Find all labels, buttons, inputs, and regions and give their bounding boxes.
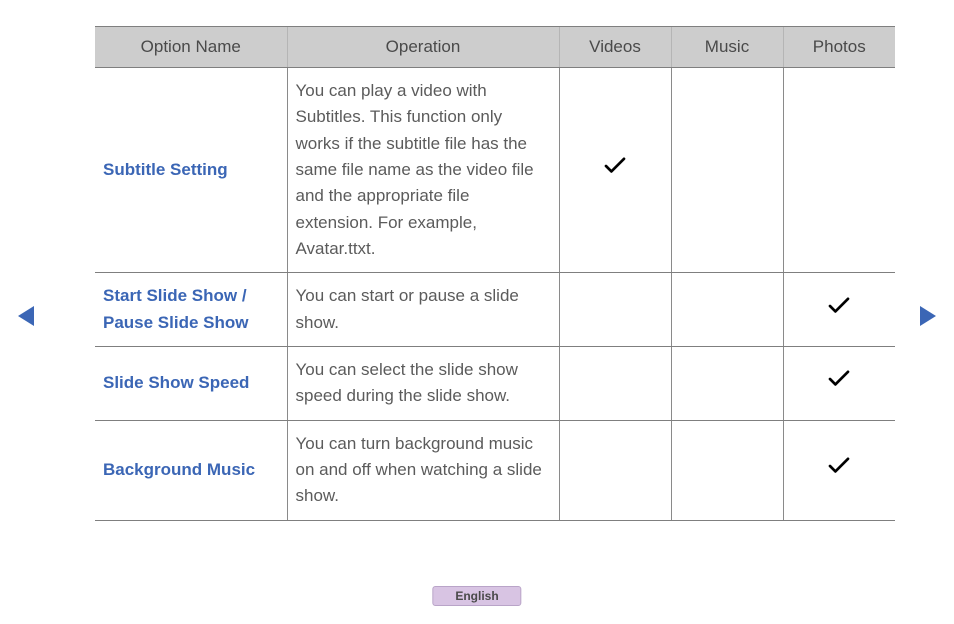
options-table: Option Name Operation Videos Music Photo… [95, 26, 895, 521]
language-pill: English [432, 586, 521, 606]
option-name: Start Slide Show / Pause Slide Show [103, 286, 249, 331]
operation-cell: You can select the slide show speed duri… [287, 347, 559, 421]
option-name-cell: Slide Show Speed [95, 347, 287, 421]
music-cell [671, 420, 783, 520]
header-operation: Operation [287, 27, 559, 68]
table-row: Start Slide Show / Pause Slide Show You c… [95, 273, 895, 347]
header-photos: Photos [783, 27, 895, 68]
photos-cell [783, 273, 895, 347]
check-icon [604, 157, 626, 183]
check-icon [828, 370, 850, 396]
music-cell [671, 68, 783, 273]
option-name-cell: Subtitle Setting [95, 68, 287, 273]
table-body: Subtitle Setting You can play a video wit… [95, 68, 895, 521]
next-page-arrow[interactable] [920, 306, 936, 326]
operation-cell: You can play a video with Subtitles. Thi… [287, 68, 559, 273]
check-icon [828, 457, 850, 483]
operation-cell: You can start or pause a slide show. [287, 273, 559, 347]
table-row: Slide Show Speed You can select the slide… [95, 347, 895, 421]
videos-cell [559, 68, 671, 273]
header-option-name: Option Name [95, 27, 287, 68]
music-cell [671, 273, 783, 347]
table-row: Background Music You can turn background … [95, 420, 895, 520]
prev-page-arrow[interactable] [18, 306, 34, 326]
header-music: Music [671, 27, 783, 68]
header-videos: Videos [559, 27, 671, 68]
photos-cell [783, 68, 895, 273]
videos-cell [559, 347, 671, 421]
photos-cell [783, 347, 895, 421]
music-cell [671, 347, 783, 421]
check-icon [828, 297, 850, 323]
language-label: English [455, 589, 498, 603]
page-content: Option Name Operation Videos Music Photo… [95, 26, 895, 521]
option-name: Background Music [103, 460, 255, 479]
option-name-cell: Background Music [95, 420, 287, 520]
videos-cell [559, 273, 671, 347]
option-name: Slide Show Speed [103, 373, 249, 392]
videos-cell [559, 420, 671, 520]
table-row: Subtitle Setting You can play a video wit… [95, 68, 895, 273]
table-header-row: Option Name Operation Videos Music Photo… [95, 27, 895, 68]
option-name-cell: Start Slide Show / Pause Slide Show [95, 273, 287, 347]
photos-cell [783, 420, 895, 520]
option-name: Subtitle Setting [103, 160, 228, 179]
operation-cell: You can turn background music on and off… [287, 420, 559, 520]
